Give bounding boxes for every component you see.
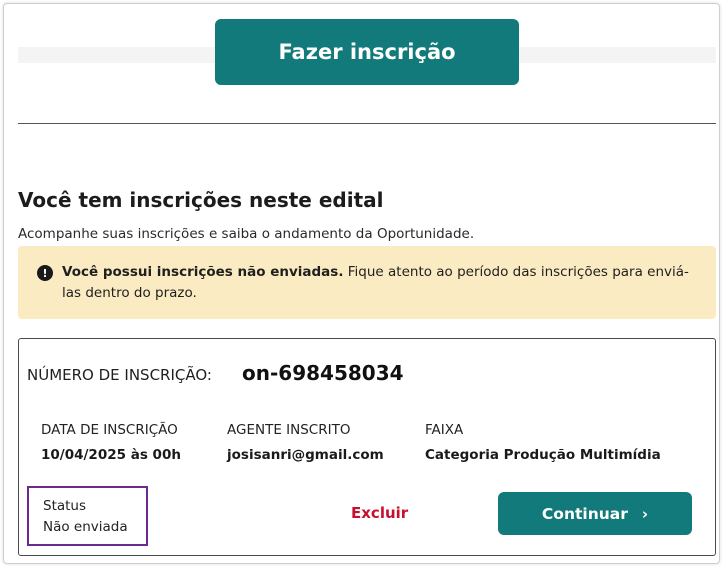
chevron-right-icon: › [641, 504, 649, 523]
continue-button[interactable]: Continuar › [498, 492, 692, 535]
agent-label: AGENTE INSCRITO [227, 422, 351, 438]
continue-label: Continuar [541, 504, 628, 523]
registration-number-label: NÚMERO DE INSCRIÇÃO: [27, 366, 212, 384]
exclamation-circle-icon: ! [37, 265, 53, 281]
unsent-registrations-alert: ! Você possui inscrições não enviadas. F… [18, 246, 716, 319]
range-label: FAIXA [425, 422, 464, 438]
registration-number-value: on-698458034 [242, 361, 404, 385]
alert-bold-text: Você possui inscrições não enviadas. [62, 264, 344, 280]
registration-panel: Fazer inscrição Você tem inscrições nest… [3, 3, 720, 564]
status-box: Status Não enviada [27, 486, 148, 546]
range-value: Categoria Produção Multimídia [425, 447, 661, 463]
section-divider [18, 123, 716, 124]
fazer-inscricao-button[interactable]: Fazer inscrição [215, 19, 519, 85]
registration-date-value: 10/04/2025 às 00h [41, 447, 181, 463]
registration-date-label: DATA DE INSCRIÇÃO [41, 422, 178, 438]
delete-button[interactable]: Excluir [351, 504, 408, 522]
status-value: Não enviada [43, 519, 128, 535]
section-subtitle: Acompanhe suas inscrições e saiba o anda… [18, 226, 475, 242]
section-title: Você tem inscrições neste edital [18, 188, 384, 212]
agent-value: josisanri@gmail.com [227, 447, 384, 463]
status-label: Status [43, 498, 87, 514]
